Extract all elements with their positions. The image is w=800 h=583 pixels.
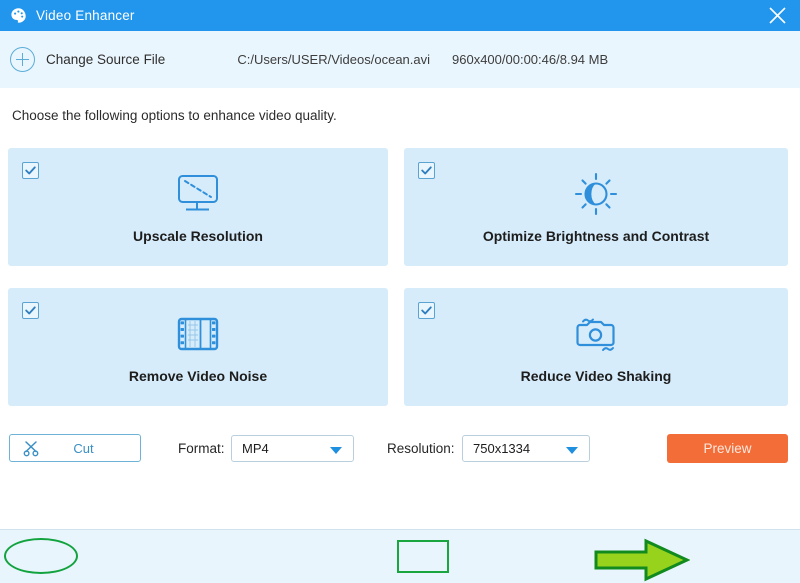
sun-brightness-icon xyxy=(404,170,788,218)
film-strip-icon xyxy=(8,310,388,358)
option-label-upscale-resolution: Upscale Resolution xyxy=(133,228,263,244)
option-label-remove-noise: Remove Video Noise xyxy=(128,368,268,384)
video-enhancer-window: Video Enhancer Change Source File C:/Use… xyxy=(0,0,800,583)
source-file-meta: 960x400/00:00:46/8.94 MB xyxy=(452,52,609,67)
option-card-remove-noise[interactable]: Remove Video Noise xyxy=(8,288,388,406)
title-bar: Video Enhancer xyxy=(0,0,800,31)
cut-button[interactable]: Cut xyxy=(9,434,141,462)
option-card-reduce-shaking[interactable]: Reduce Video Shaking xyxy=(404,288,788,406)
option-label-optimize-brightness: Optimize Brightness and Contrast xyxy=(482,228,710,244)
palette-icon xyxy=(9,7,27,25)
resolution-select[interactable]: 750x1334 xyxy=(462,435,590,462)
option-label-reduce-shaking: Reduce Video Shaking xyxy=(520,368,672,384)
chevron-down-icon xyxy=(566,447,578,454)
format-value: MP4 xyxy=(242,441,269,456)
cut-label: Cut xyxy=(73,440,94,456)
format-label: Format: xyxy=(178,441,225,456)
option-card-optimize-brightness[interactable]: Optimize Brightness and Contrast xyxy=(404,148,788,266)
chevron-down-icon xyxy=(330,447,342,454)
resolution-value: 750x1334 xyxy=(473,441,531,456)
source-file-path: C:/Users/USER/Videos/ocean.avi xyxy=(237,52,431,67)
preview-button[interactable]: Preview xyxy=(667,434,788,463)
change-source-file-button[interactable]: Change Source File xyxy=(46,52,165,67)
resolution-label: Resolution: xyxy=(387,441,455,456)
bottom-bar: Save to: C:\Users\USER\Downloads ... Enh… xyxy=(0,530,800,583)
format-select[interactable]: MP4 xyxy=(231,435,354,462)
close-icon[interactable] xyxy=(754,0,800,31)
window-title: Video Enhancer xyxy=(36,8,135,23)
option-card-upscale-resolution[interactable]: Upscale Resolution xyxy=(8,148,388,266)
plus-circle-icon[interactable] xyxy=(10,47,35,72)
source-file-bar: Change Source File C:/Users/USER/Videos/… xyxy=(0,31,800,88)
instruction-text: Choose the following options to enhance … xyxy=(12,108,337,123)
monitor-upscale-icon xyxy=(8,170,388,218)
scissors-icon xyxy=(22,440,41,457)
camera-stabilize-icon xyxy=(404,310,788,358)
